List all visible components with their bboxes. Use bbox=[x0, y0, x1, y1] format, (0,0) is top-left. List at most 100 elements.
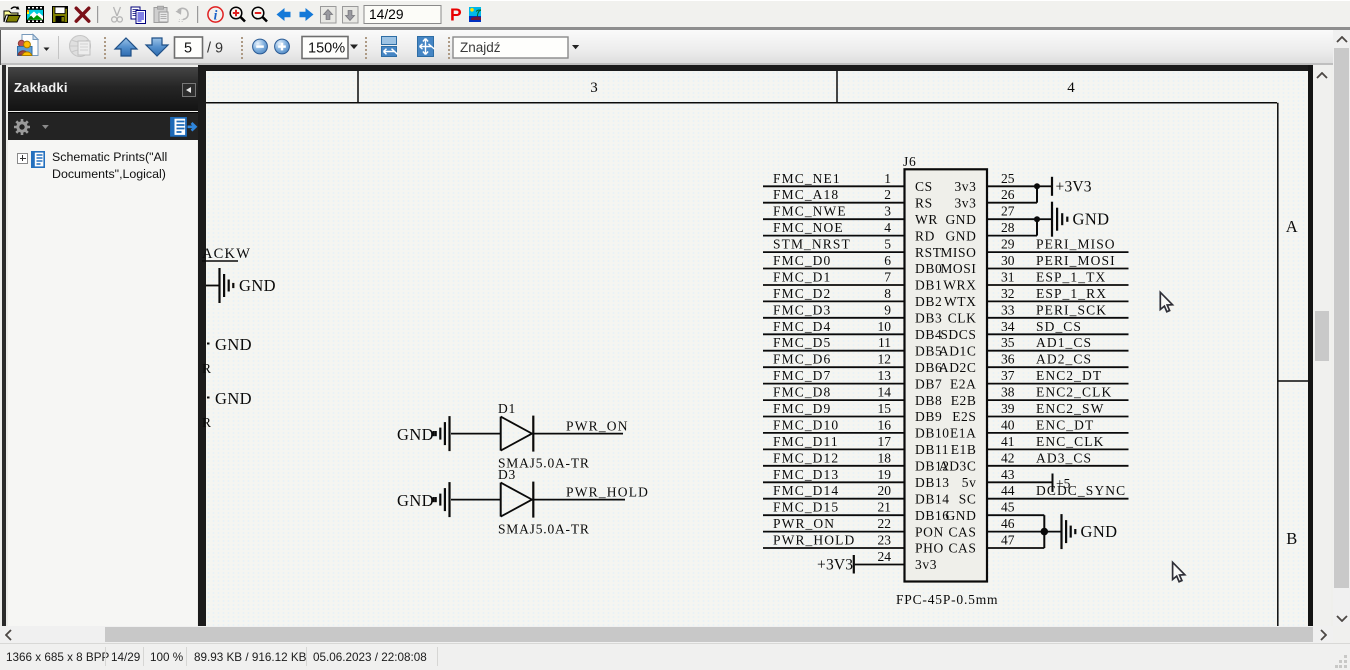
svg-text:GND: GND bbox=[1081, 522, 1118, 541]
svg-text:26: 26 bbox=[1001, 187, 1015, 202]
svg-text:PWR_HOLD: PWR_HOLD bbox=[566, 485, 649, 500]
svg-text:14: 14 bbox=[878, 385, 892, 400]
svg-text:FMC_NE1: FMC_NE1 bbox=[773, 171, 841, 186]
svg-text:46: 46 bbox=[1001, 516, 1015, 531]
svg-text:150%: 150% bbox=[308, 41, 345, 57]
svg-text:FMC_D11: FMC_D11 bbox=[773, 434, 839, 449]
svg-text:DB1: DB1 bbox=[915, 278, 942, 293]
svg-text:R: R bbox=[202, 361, 211, 376]
svg-text:13: 13 bbox=[878, 368, 892, 383]
svg-text:DB14: DB14 bbox=[915, 491, 950, 506]
svg-text:5v: 5v bbox=[962, 475, 977, 490]
svg-text:FMC_D3: FMC_D3 bbox=[773, 302, 831, 317]
svg-text:34: 34 bbox=[1001, 319, 1015, 334]
svg-text:37: 37 bbox=[1001, 368, 1015, 383]
svg-text:FMC_D12: FMC_D12 bbox=[773, 450, 839, 465]
svg-text:35: 35 bbox=[1001, 335, 1015, 350]
svg-text:PERI_SCK: PERI_SCK bbox=[1036, 302, 1107, 317]
svg-text:21: 21 bbox=[878, 500, 892, 515]
svg-text:FMC_D7: FMC_D7 bbox=[773, 368, 831, 383]
svg-text:+3V3: +3V3 bbox=[1056, 178, 1092, 195]
svg-text:42: 42 bbox=[1001, 450, 1015, 465]
svg-text:A: A bbox=[1286, 217, 1298, 236]
svg-text:28: 28 bbox=[1001, 220, 1015, 235]
svg-text:FMC_D8: FMC_D8 bbox=[773, 385, 831, 400]
svg-text:GND: GND bbox=[397, 425, 434, 444]
svg-text:44: 44 bbox=[1001, 483, 1015, 498]
svg-text:19: 19 bbox=[878, 467, 892, 482]
svg-text:10: 10 bbox=[878, 319, 892, 334]
svg-text:AD2_CS: AD2_CS bbox=[1036, 352, 1092, 367]
svg-text:R: R bbox=[202, 415, 211, 430]
svg-text:16: 16 bbox=[878, 417, 892, 432]
svg-text:1: 1 bbox=[884, 171, 891, 186]
svg-text:PWR_ON: PWR_ON bbox=[773, 516, 835, 531]
svg-text:+3V3: +3V3 bbox=[817, 557, 853, 574]
svg-text:8: 8 bbox=[884, 286, 891, 301]
svg-text:DB9: DB9 bbox=[915, 409, 942, 424]
svg-text:AD3_CS: AD3_CS bbox=[1036, 450, 1092, 465]
svg-text:PWR_HOLD: PWR_HOLD bbox=[773, 533, 855, 548]
svg-text:FMC_NWE: FMC_NWE bbox=[773, 204, 847, 219]
svg-text:CAS: CAS bbox=[948, 524, 976, 539]
svg-text:+5: +5 bbox=[1056, 476, 1071, 491]
svg-text:22: 22 bbox=[878, 516, 892, 531]
svg-text:FMC_D14: FMC_D14 bbox=[773, 483, 839, 498]
svg-text:WRX: WRX bbox=[943, 278, 976, 293]
svg-text:17: 17 bbox=[878, 434, 892, 449]
svg-text:SC: SC bbox=[959, 491, 977, 506]
svg-text:3: 3 bbox=[590, 80, 598, 96]
svg-text:D3: D3 bbox=[498, 467, 516, 482]
svg-text:12: 12 bbox=[878, 352, 892, 367]
svg-text:GND: GND bbox=[945, 508, 976, 523]
svg-text:DB7: DB7 bbox=[915, 376, 942, 391]
svg-text:33: 33 bbox=[1001, 302, 1015, 317]
svg-text:GND: GND bbox=[239, 276, 276, 295]
svg-text:MOSI: MOSI bbox=[940, 261, 976, 276]
svg-text:24: 24 bbox=[878, 549, 892, 564]
svg-text:PWR_ON: PWR_ON bbox=[566, 419, 629, 434]
svg-text:E2B: E2B bbox=[951, 393, 977, 408]
svg-text:/ 9: / 9 bbox=[207, 41, 223, 57]
svg-text:2: 2 bbox=[884, 187, 891, 202]
svg-text:P: P bbox=[450, 5, 462, 25]
svg-text:ESP_1_RX: ESP_1_RX bbox=[1036, 286, 1107, 301]
svg-text:AD3C: AD3C bbox=[939, 459, 977, 474]
svg-text:DB2: DB2 bbox=[915, 294, 942, 309]
svg-text:23: 23 bbox=[878, 533, 892, 548]
svg-text:DB8: DB8 bbox=[915, 393, 942, 408]
svg-text:14/29: 14/29 bbox=[369, 7, 404, 22]
svg-text:RST: RST bbox=[915, 245, 942, 260]
svg-text:FMC_D15: FMC_D15 bbox=[773, 500, 839, 515]
svg-text:ENC_DT: ENC_DT bbox=[1036, 417, 1094, 432]
svg-text:PERI_MISO: PERI_MISO bbox=[1036, 237, 1116, 252]
svg-text:FMC_D6: FMC_D6 bbox=[773, 352, 831, 367]
svg-text:ENC2_DT: ENC2_DT bbox=[1036, 368, 1102, 383]
svg-text:CS: CS bbox=[915, 179, 933, 194]
svg-text:47: 47 bbox=[1001, 533, 1015, 548]
svg-text:FMC_D10: FMC_D10 bbox=[773, 417, 839, 432]
svg-text:RD: RD bbox=[915, 228, 935, 243]
svg-text:CLK: CLK bbox=[948, 311, 977, 326]
svg-text:40: 40 bbox=[1001, 417, 1015, 432]
svg-text:GND: GND bbox=[397, 491, 434, 510]
svg-text:SD_CS: SD_CS bbox=[1036, 319, 1082, 334]
svg-text:STM_NRST: STM_NRST bbox=[773, 237, 851, 252]
svg-text:GND: GND bbox=[945, 212, 976, 227]
svg-text:D1: D1 bbox=[498, 401, 516, 416]
svg-text:ENC_CLK: ENC_CLK bbox=[1036, 434, 1104, 449]
svg-text:FMC_D13: FMC_D13 bbox=[773, 467, 839, 482]
svg-text:43: 43 bbox=[1001, 467, 1015, 482]
svg-text:E2S: E2S bbox=[952, 409, 976, 424]
svg-text:B: B bbox=[1286, 529, 1297, 548]
svg-text:ENC2_CLK: ENC2_CLK bbox=[1036, 385, 1112, 400]
svg-text:AD2C: AD2C bbox=[939, 360, 977, 375]
svg-text:FPC-45P-0.5mm: FPC-45P-0.5mm bbox=[896, 592, 998, 607]
svg-text:PERI_MOSI: PERI_MOSI bbox=[1036, 253, 1116, 268]
svg-text:CAS: CAS bbox=[948, 541, 976, 556]
svg-text:3: 3 bbox=[884, 204, 891, 219]
svg-text:FMC_D0: FMC_D0 bbox=[773, 253, 831, 268]
svg-text:27: 27 bbox=[1001, 204, 1015, 219]
svg-text:45: 45 bbox=[1001, 500, 1015, 515]
svg-text:11: 11 bbox=[878, 335, 891, 350]
